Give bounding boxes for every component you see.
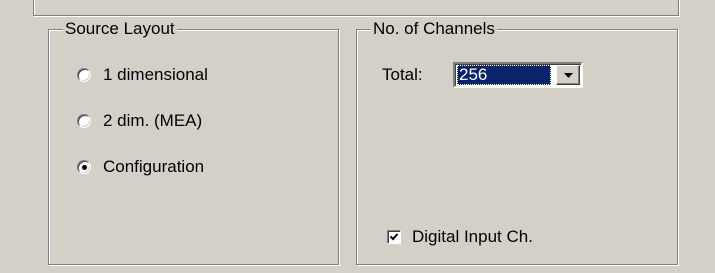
channels-title: No. of Channels — [371, 19, 497, 39]
radio-label: 2 dim. (MEA) — [103, 111, 203, 130]
combobox-dropdown-button[interactable] — [556, 65, 580, 85]
total-label: Total: — [382, 65, 423, 84]
top-group-box — [33, 0, 679, 16]
digital-input-label: Digital Input Ch. — [412, 227, 533, 246]
radio-button-icon[interactable] — [77, 114, 91, 128]
total-channels-value[interactable]: 256 — [457, 65, 551, 85]
checkmark-icon — [389, 233, 399, 241]
radio-dot-icon — [81, 164, 87, 170]
radio-2-dim-mea[interactable]: 2 dim. (MEA) — [77, 110, 202, 132]
digital-input-checkbox-row[interactable]: Digital Input Ch. — [387, 226, 533, 248]
radio-label: 1 dimensional — [103, 65, 208, 84]
chevron-down-icon — [563, 72, 573, 78]
channels-groupbox: No. of Channels Total: 256 Digital Input… — [356, 19, 678, 265]
radio-label: Configuration — [103, 157, 205, 176]
total-channels-combobox[interactable]: 256 — [453, 62, 583, 88]
source-layout-title: Source Layout — [63, 19, 177, 39]
radio-configuration[interactable]: Configuration — [77, 156, 204, 178]
radio-button-selected-icon[interactable] — [77, 160, 91, 174]
radio-button-icon[interactable] — [77, 68, 91, 82]
radio-1-dimensional[interactable]: 1 dimensional — [77, 64, 208, 86]
source-layout-groupbox: Source Layout 1 dimensional 2 dim. (MEA)… — [48, 19, 339, 265]
digital-input-checkbox[interactable] — [387, 230, 401, 244]
